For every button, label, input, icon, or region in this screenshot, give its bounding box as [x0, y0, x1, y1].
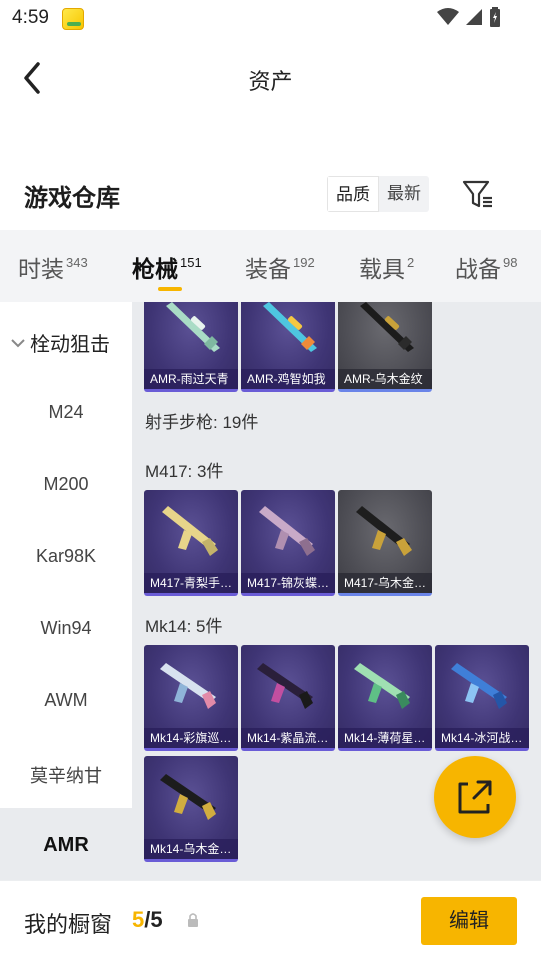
showcase-count: 5/5: [132, 907, 163, 933]
showcase-max: 5: [150, 907, 163, 932]
item-card[interactable]: Mk14-彩旗巡…: [144, 645, 238, 751]
rifle-icon: [160, 774, 216, 820]
bottom-bar: 我的橱窗 5/5 编辑: [0, 880, 541, 962]
item-label: Mk14-乌木金…: [144, 839, 238, 859]
sidebar-item-m200[interactable]: M200: [0, 474, 132, 495]
sidebar-item-kar98k[interactable]: Kar98K: [0, 546, 132, 567]
category-tabs: 时装 343 枪械 151 装备 192 载具 2 战备 98: [0, 230, 541, 302]
sidebar-item-awm[interactable]: AWM: [0, 690, 132, 711]
status-time: 4:59: [12, 7, 49, 28]
item-label: Mk14-冰河战…: [435, 728, 529, 748]
share-icon: [458, 780, 492, 814]
battery-icon: [490, 7, 500, 27]
rifle-icon: [356, 506, 412, 556]
item-card[interactable]: M417-锦灰蝶…: [241, 490, 335, 596]
item-card[interactable]: AMR-乌木金纹: [338, 302, 432, 392]
item-card[interactable]: Mk14-乌木金…: [144, 756, 238, 862]
item-card[interactable]: M417-青梨手…: [144, 490, 238, 596]
tab-firearms[interactable]: 枪械 151: [132, 250, 202, 284]
sidebar-active-row: AMR: [0, 808, 132, 880]
sniper-rifle-icon: [166, 302, 220, 352]
showcase-current: 5: [132, 907, 145, 932]
sort-quality-option[interactable]: 品质: [327, 176, 379, 212]
item-label: M417-乌木金…: [338, 573, 432, 593]
status-bar: 4:59: [0, 0, 541, 36]
filter-icon: [462, 180, 492, 208]
item-label: Mk14-薄荷星…: [338, 728, 432, 748]
weapon-group-label: M417: 3件: [145, 462, 224, 481]
rifle-icon: [354, 663, 410, 709]
item-label: AMR-雨过天青: [144, 369, 238, 389]
item-card[interactable]: Mk14-紫晶流…: [241, 645, 335, 751]
tab-fashion[interactable]: 时装 343: [18, 250, 88, 284]
rifle-icon: [257, 663, 313, 709]
showcase-label: 我的橱窗: [24, 912, 113, 937]
page-title: 资产: [248, 69, 293, 94]
status-indicators: [437, 7, 501, 27]
item-label: M417-青梨手…: [144, 573, 238, 593]
category-label: 射手步枪: 19件: [145, 413, 259, 432]
rifle-icon: [160, 663, 216, 709]
app-notification-icon: [62, 8, 84, 30]
rifle-icon: [259, 506, 315, 556]
page-header: 资产: [0, 40, 541, 116]
edit-button[interactable]: 编辑: [421, 897, 517, 945]
rifle-icon: [451, 663, 507, 709]
item-label: AMR-鸡智如我: [241, 369, 335, 389]
sidebar-item-mosin[interactable]: 莫辛纳甘: [0, 762, 132, 788]
item-label: Mk14-紫晶流…: [241, 728, 335, 748]
lock-icon: [188, 913, 198, 927]
filter-button[interactable]: [458, 176, 498, 212]
tab-equipment[interactable]: 装备 192: [245, 250, 315, 284]
item-card[interactable]: Mk14-冰河战…: [435, 645, 529, 751]
asset-page: 4:59 资产 游戏仓库 品质 最新 时装 343 枪械 151 装备 192 …: [0, 0, 541, 962]
item-card[interactable]: M417-乌木金…: [338, 490, 432, 596]
sort-newest-option[interactable]: 最新: [379, 176, 429, 212]
item-card[interactable]: AMR-鸡智如我: [241, 302, 335, 392]
item-card[interactable]: Mk14-薄荷星…: [338, 645, 432, 751]
share-button[interactable]: [434, 756, 516, 838]
weapon-sidebar: 栓动狙击 M24 M200 Kar98K Win94 AWM 莫辛纳甘: [0, 302, 132, 880]
chevron-down-icon: [11, 338, 25, 347]
tab-supplies[interactable]: 战备 98: [455, 250, 517, 284]
sidebar-group-bolt-action[interactable]: 栓动狙击: [10, 328, 110, 357]
sidebar-item-m24[interactable]: M24: [0, 402, 132, 423]
item-label: M417-锦灰蝶…: [241, 573, 335, 593]
sidebar-item-amr[interactable]: AMR: [0, 834, 132, 857]
tab-vehicles[interactable]: 载具 2: [359, 250, 414, 284]
wifi-icon: [437, 8, 459, 25]
weapon-group-label: Mk14: 5件: [145, 617, 223, 636]
item-card[interactable]: AMR-雨过天青: [144, 302, 238, 392]
item-label: Mk14-彩旗巡…: [144, 728, 238, 748]
warehouse-title: 游戏仓库: [24, 185, 120, 212]
sniper-rifle-icon: [360, 302, 414, 352]
rifle-icon: [162, 506, 218, 556]
sniper-rifle-icon: [263, 302, 317, 352]
item-label: AMR-乌木金纹: [338, 369, 432, 389]
sort-toggle: 品质 最新: [327, 176, 429, 212]
active-tab-indicator: [158, 287, 182, 291]
signal-icon: [466, 9, 482, 25]
sidebar-item-win94[interactable]: Win94: [0, 618, 132, 639]
